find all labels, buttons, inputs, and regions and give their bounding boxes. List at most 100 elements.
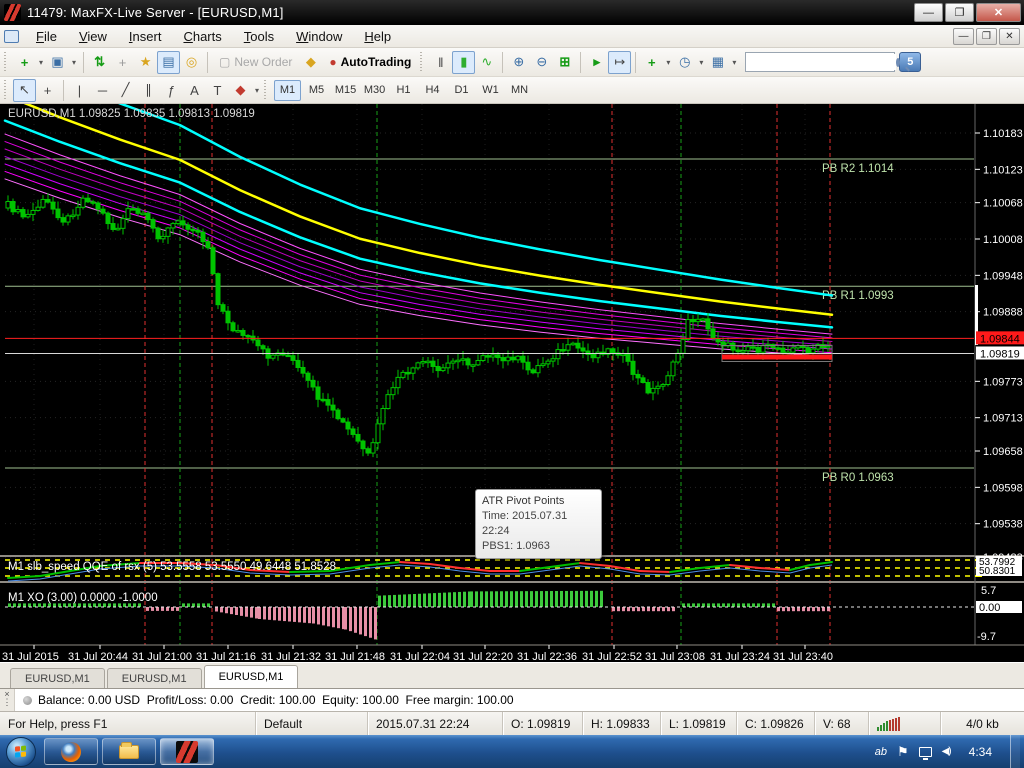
arrows-dropdown[interactable]: ▾ [252,79,262,102]
price-chart[interactable]: PB R2 1.1014PB R1 1.0993PB R0 1.09631.10… [0,55,1024,663]
chart-tab-1[interactable]: EURUSD,M1 [10,668,105,688]
new-order-button[interactable]: ▢ New Order [212,51,299,74]
show-desktop-button[interactable] [1010,735,1020,768]
new-chart-button[interactable]: + [13,51,36,74]
mt4-window: 11479: MaxFX-Live Server - [EURUSD,M1] —… [0,0,1024,768]
mdi-minimize-button[interactable]: — [953,27,974,45]
svg-text:M1 XO (3.00) 0.0000 -1.0000: M1 XO (3.00) 0.0000 -1.0000 [8,592,158,604]
svg-text:1.09819: 1.09819 [980,348,1020,360]
templates-button[interactable]: ▦ [706,51,729,74]
indicators-button[interactable]: + [640,51,663,74]
chart-tab-2[interactable]: EURUSD,M1 [106,668,202,688]
templates-dropdown[interactable]: ▾ [729,51,739,74]
menu-tools[interactable]: Tools [233,26,285,47]
menu-insert[interactable]: Insert [118,26,173,47]
chat-button[interactable]: 5 [899,52,922,72]
new-chart-dropdown[interactable]: ▾ [36,51,46,74]
start-button[interactable] [6,736,36,767]
network-icon[interactable] [918,746,932,760]
svg-text:PB R0 1.0963: PB R0 1.0963 [822,472,894,484]
trendline-button[interactable]: ╱ [114,79,137,102]
toolbar-grip[interactable] [420,52,428,72]
autotrading-button[interactable]: ● AutoTrading [322,51,418,74]
menu-window[interactable]: Window [285,26,353,47]
chart-shift-button[interactable]: ↦ [608,50,632,74]
new-order-icon: ▢ [219,55,231,69]
metaeditor-button[interactable]: ◆ [299,51,322,74]
taskbar-firefox-button[interactable] [44,738,98,765]
zoom-in-button[interactable]: ⊕ [507,51,530,74]
close-button[interactable]: ✕ [976,3,1021,22]
periods-button[interactable]: ◷ [673,51,696,74]
chart-window-icon [4,29,19,43]
data-window-button[interactable]: + [111,51,134,74]
terminal-close-gutter[interactable]: × ⋮ [0,689,15,711]
market-watch-button[interactable]: ⇅ [88,51,111,74]
svg-text:31 Jul 21:48: 31 Jul 21:48 [325,651,385,662]
fibonacci-button[interactable]: ƒ [160,79,183,102]
mdi-close-button[interactable]: ✕ [999,27,1020,45]
periods-dropdown[interactable]: ▾ [696,51,706,74]
language-indicator-icon[interactable]: ab [875,746,887,758]
timeframe-h4[interactable]: H4 [419,80,446,101]
mdi-restore-button[interactable]: ❐ [976,27,997,45]
search-input[interactable] [746,54,897,70]
taskbar-mt4-button[interactable] [160,738,214,765]
indicators-dropdown[interactable]: ▾ [663,51,673,74]
auto-scroll-button[interactable]: ▸ [585,51,608,74]
horizontal-line-button[interactable]: ─ [91,79,114,102]
status-open: O: 1.09819 [502,712,582,735]
channel-button[interactable]: ∥ [137,79,160,102]
svg-text:31 Jul 22:04: 31 Jul 22:04 [390,651,450,662]
minimize-button[interactable]: — [914,3,943,22]
menu-charts[interactable]: Charts [172,26,232,47]
cursor-tool-button[interactable]: ↖ [13,78,36,102]
line-chart-button[interactable]: ∿ [475,51,498,74]
vertical-line-button[interactable]: | [68,79,91,102]
svg-text:5.7: 5.7 [981,585,996,597]
timeframe-m30[interactable]: M30 [361,80,388,101]
status-help: For Help, press F1 [8,716,108,731]
terminal-button[interactable]: ▤ [157,50,181,74]
menu-help[interactable]: Help [353,26,402,47]
standard-toolbar: + ▾ ▣ ▾ ⇅ + ★ ▤ ◎ ▢ New Order ◆ ● AutoTr… [0,48,1024,77]
mt4-icon [176,740,198,763]
chart-tab-3-active[interactable]: EURUSD,M1 [203,665,299,688]
text-button[interactable]: A [183,79,206,102]
status-high: H: 1.09833 [582,712,660,735]
taskbar-clock[interactable]: 4:34 [961,745,1000,759]
text-label-button[interactable]: T [206,79,229,102]
timeframe-m5[interactable]: M5 [303,80,330,101]
tile-windows-button[interactable]: ⊞ [553,51,576,74]
zoom-out-button[interactable]: ⊖ [530,51,553,74]
timeframe-m1[interactable]: M1 [274,79,302,101]
timeframe-w1[interactable]: W1 [477,80,504,101]
status-profile[interactable]: Default [255,712,367,735]
menu-view[interactable]: View [68,26,118,47]
candlestick-chart-button[interactable]: ▮ [452,50,476,74]
window-title: 11479: MaxFX-Live Server - [EURUSD,M1] [27,5,284,20]
profiles-button[interactable]: ▣ [46,51,69,74]
chart-area[interactable]: PB R2 1.1014 PB R1 1.0993 PB R0 1.0963 1.10… [0,55,1024,663]
action-center-flag-icon[interactable]: ⚑ [897,744,909,760]
restore-button[interactable]: ❐ [945,3,974,22]
timeframe-m15[interactable]: M15 [332,80,359,101]
toolbar-grip[interactable] [264,80,272,100]
speaker-icon[interactable]: ◀) [942,746,952,757]
strategy-tester-button[interactable]: ◎ [180,51,203,74]
status-traffic: 4/0 kb [940,712,1024,735]
menu-file[interactable]: File [25,26,68,47]
taskbar-explorer-button[interactable] [102,738,156,765]
crosshair-tool-button[interactable]: + [36,79,59,102]
navigator-button[interactable]: ★ [134,51,157,74]
timeframe-d1[interactable]: D1 [448,80,475,101]
toolbar-grip[interactable] [4,52,11,72]
profiles-dropdown[interactable]: ▾ [69,51,79,74]
svg-text:-9.7: -9.7 [977,631,996,643]
arrows-button[interactable]: ◆ [229,79,252,102]
status-low: L: 1.09819 [660,712,736,735]
timeframe-h1[interactable]: H1 [390,80,417,101]
bar-chart-button[interactable]: ‖ [429,51,452,74]
toolbar-grip[interactable] [4,80,11,100]
timeframe-mn[interactable]: MN [506,80,533,101]
